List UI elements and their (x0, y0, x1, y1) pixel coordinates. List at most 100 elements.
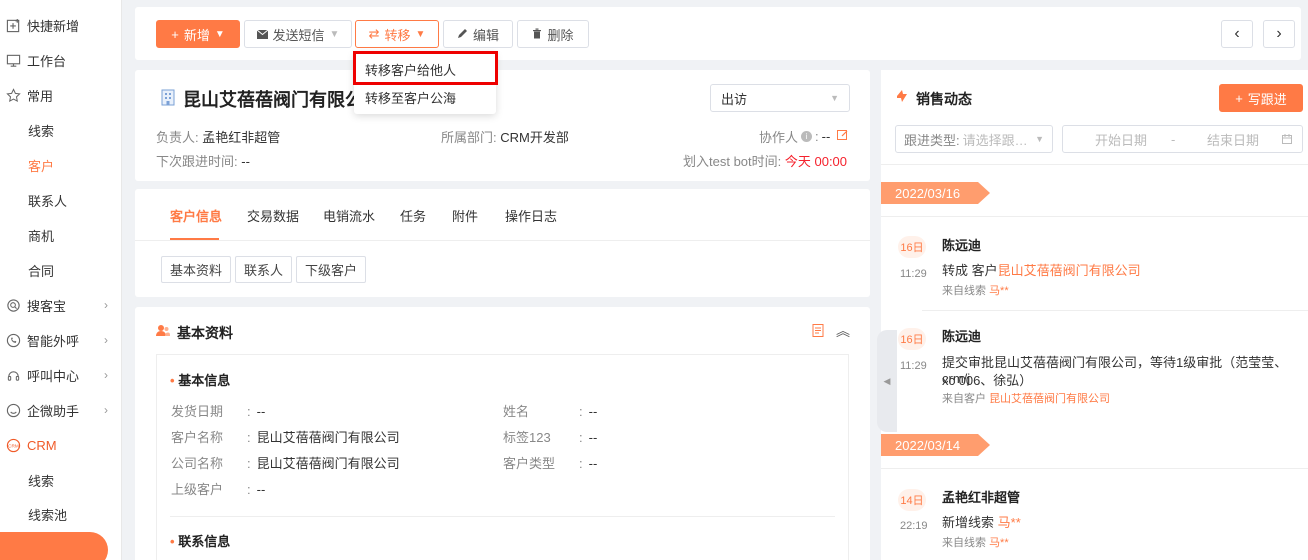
tab-tasks[interactable]: 任务 (400, 206, 426, 225)
sidebar-item-crm[interactable]: CRM CRM (0, 430, 121, 460)
sidebar-item-leads[interactable]: 线索 (0, 115, 121, 145)
sidebar-item-contacts[interactable]: 联系人 (0, 185, 121, 215)
subtab-basic-info[interactable]: 基本资料 (161, 256, 231, 283)
info-icon: i (801, 131, 813, 142)
wechat-icon (5, 402, 21, 418)
tab-transaction-data[interactable]: 交易数据 (247, 206, 299, 225)
activity-source-link[interactable]: 昆山艾蓓蓓阀门有限公司 (989, 393, 1110, 405)
sidebar-item-smart-call[interactable]: 智能外呼 › (0, 325, 121, 355)
sidebar-item-workbench[interactable]: 工作台 (0, 45, 121, 75)
prev-record-button[interactable]: ‹ (1221, 20, 1253, 48)
headset-icon (5, 367, 21, 383)
date-group-label: 2022/03/16 (881, 182, 990, 204)
activity-source-prefix: 来自线索 (942, 285, 986, 297)
sidebar-item-wecom-assistant[interactable]: 企微助手 › (0, 395, 121, 425)
delete-button[interactable]: 删除 (517, 20, 589, 48)
sidebar-item-label: 线索 (28, 473, 55, 489)
visit-select[interactable]: 出访 ▼ (710, 84, 850, 112)
activity-text-prefix: 转成 客户 (942, 263, 998, 278)
new-button[interactable]: + 新增 ▼ (156, 20, 240, 48)
sidebar-item-label: 常用 (27, 88, 54, 104)
activity-time: 22:19 (900, 520, 928, 532)
field-colon: : (247, 430, 251, 445)
caret-down-icon: ▼ (830, 93, 839, 103)
field-label: 发货日期 (171, 404, 224, 419)
document-icon[interactable] (812, 324, 824, 340)
sidebar-item-crm-leads[interactable]: 线索 (0, 465, 121, 495)
sidebar-item-label: 商机 (28, 228, 55, 244)
sidebar-item-soukebao[interactable]: 搜客宝 › (0, 290, 121, 320)
write-follow-up-button[interactable]: + 写跟进 (1219, 84, 1303, 112)
sidebar-item-quick-add[interactable]: 快捷新增 (0, 10, 121, 40)
caret-down-icon: ▼ (415, 28, 426, 40)
field-value: -- (256, 482, 266, 497)
transfer-icon: ⇄ (368, 26, 380, 41)
tab-telesales-log[interactable]: 电销流水 (323, 206, 375, 225)
field-colon: : (579, 430, 583, 445)
search-globe-icon (5, 297, 21, 313)
assign-time-value: 今天 00:00 (784, 154, 848, 169)
department-label: 所属部门: (441, 130, 497, 145)
transfer-button[interactable]: ⇄ 转移 ▼ (355, 20, 439, 48)
chevron-left-icon: ‹ (1234, 25, 1240, 42)
activity-source-link[interactable]: 马** (989, 285, 1009, 297)
date-group-label: 2022/03/14 (881, 434, 990, 456)
subtab-contacts[interactable]: 联系人 (235, 256, 292, 283)
next-follow-value: -- (241, 154, 250, 169)
sales-activity-title: 销售动态 (916, 91, 972, 107)
activity-source-link[interactable]: 马** (989, 537, 1009, 549)
chevron-right-icon: › (104, 403, 108, 417)
activity-text-prefix: 新增线索 (942, 515, 995, 530)
subtab-sub-customers[interactable]: 下级客户 (296, 256, 366, 283)
menu-item-transfer-to-other[interactable]: 转移客户给他人 (354, 55, 496, 83)
edit-collaborator-icon[interactable] (837, 129, 849, 144)
sidebar-item-call-center[interactable]: 呼叫中心 › (0, 360, 121, 390)
send-sms-button[interactable]: 发送短信 ▼ (244, 20, 352, 48)
transfer-label: 转移 (384, 27, 411, 43)
owner-label: 负责人: (156, 130, 199, 145)
tab-operation-log[interactable]: 操作日志 (505, 206, 557, 225)
field-label: 上级客户 (171, 482, 224, 497)
crm-icon: CRM (5, 437, 21, 453)
svg-text:CRM: CRM (8, 443, 19, 448)
activity-user: 陈远迪 (942, 238, 982, 253)
chevron-right-icon: › (1276, 25, 1282, 42)
follow-type-filter[interactable]: 跟进类型: 请选择跟… ▼ (895, 125, 1053, 153)
chevron-right-icon: › (104, 333, 108, 347)
field-colon: : (247, 404, 251, 419)
tab-attachments[interactable]: 附件 (452, 206, 478, 225)
phone-icon (5, 332, 21, 348)
edit-button[interactable]: 编辑 (443, 20, 513, 48)
collapse-icon[interactable]: ︽ (836, 321, 850, 341)
caret-down-icon: ▼ (329, 28, 340, 40)
next-follow-field: 下次跟进时间: -- (156, 151, 250, 170)
sidebar-item-common[interactable]: 常用 (0, 80, 121, 110)
trash-icon (532, 27, 542, 42)
end-date-placeholder: 结束日期 (1207, 132, 1260, 148)
next-record-button[interactable]: › (1263, 20, 1295, 48)
field-value: 昆山艾蓓蓓阀门有限公司 (256, 456, 400, 471)
section-basic-info: • 基本信息 (170, 370, 230, 389)
field-tag: 标签123: -- (503, 427, 597, 446)
sidebar-item-label: 智能外呼 (27, 333, 80, 349)
sidebar-item-label: 呼叫中心 (27, 368, 80, 384)
menu-item-transfer-to-pool[interactable]: 转移至客户公海 (354, 83, 496, 111)
panel-collapse-handle[interactable]: ◀ (877, 330, 897, 432)
sidebar-item-customer[interactable]: 客户 (0, 150, 121, 180)
date-separator: - (1171, 131, 1176, 147)
collaborator-colon: : (815, 129, 819, 144)
field-company-name: 公司名称: 昆山艾蓓蓓阀门有限公司 (171, 453, 400, 472)
sidebar-item-label: 线索 (28, 123, 55, 139)
sidebar-item-crm-lead-pool[interactable]: 线索池 (0, 499, 121, 529)
sidebar-item-opportunity[interactable]: 商机 (0, 220, 121, 250)
field-label: 标签123 (503, 430, 551, 445)
sidebar-item-contract[interactable]: 合同 (0, 255, 121, 285)
activity-lead-link[interactable]: 马** (998, 515, 1021, 530)
tab-customer-info[interactable]: 客户信息 (170, 206, 222, 225)
plus-icon: + (1235, 90, 1243, 106)
activity-customer-link[interactable]: 昆山艾蓓蓓阀门有限公司 (998, 263, 1141, 278)
timeline-divider (881, 468, 1308, 469)
sidebar-item-label: 快捷新增 (27, 18, 80, 34)
date-range-picker[interactable]: 开始日期 - 结束日期 (1062, 125, 1303, 153)
sidebar-current-indicator[interactable] (0, 532, 108, 560)
